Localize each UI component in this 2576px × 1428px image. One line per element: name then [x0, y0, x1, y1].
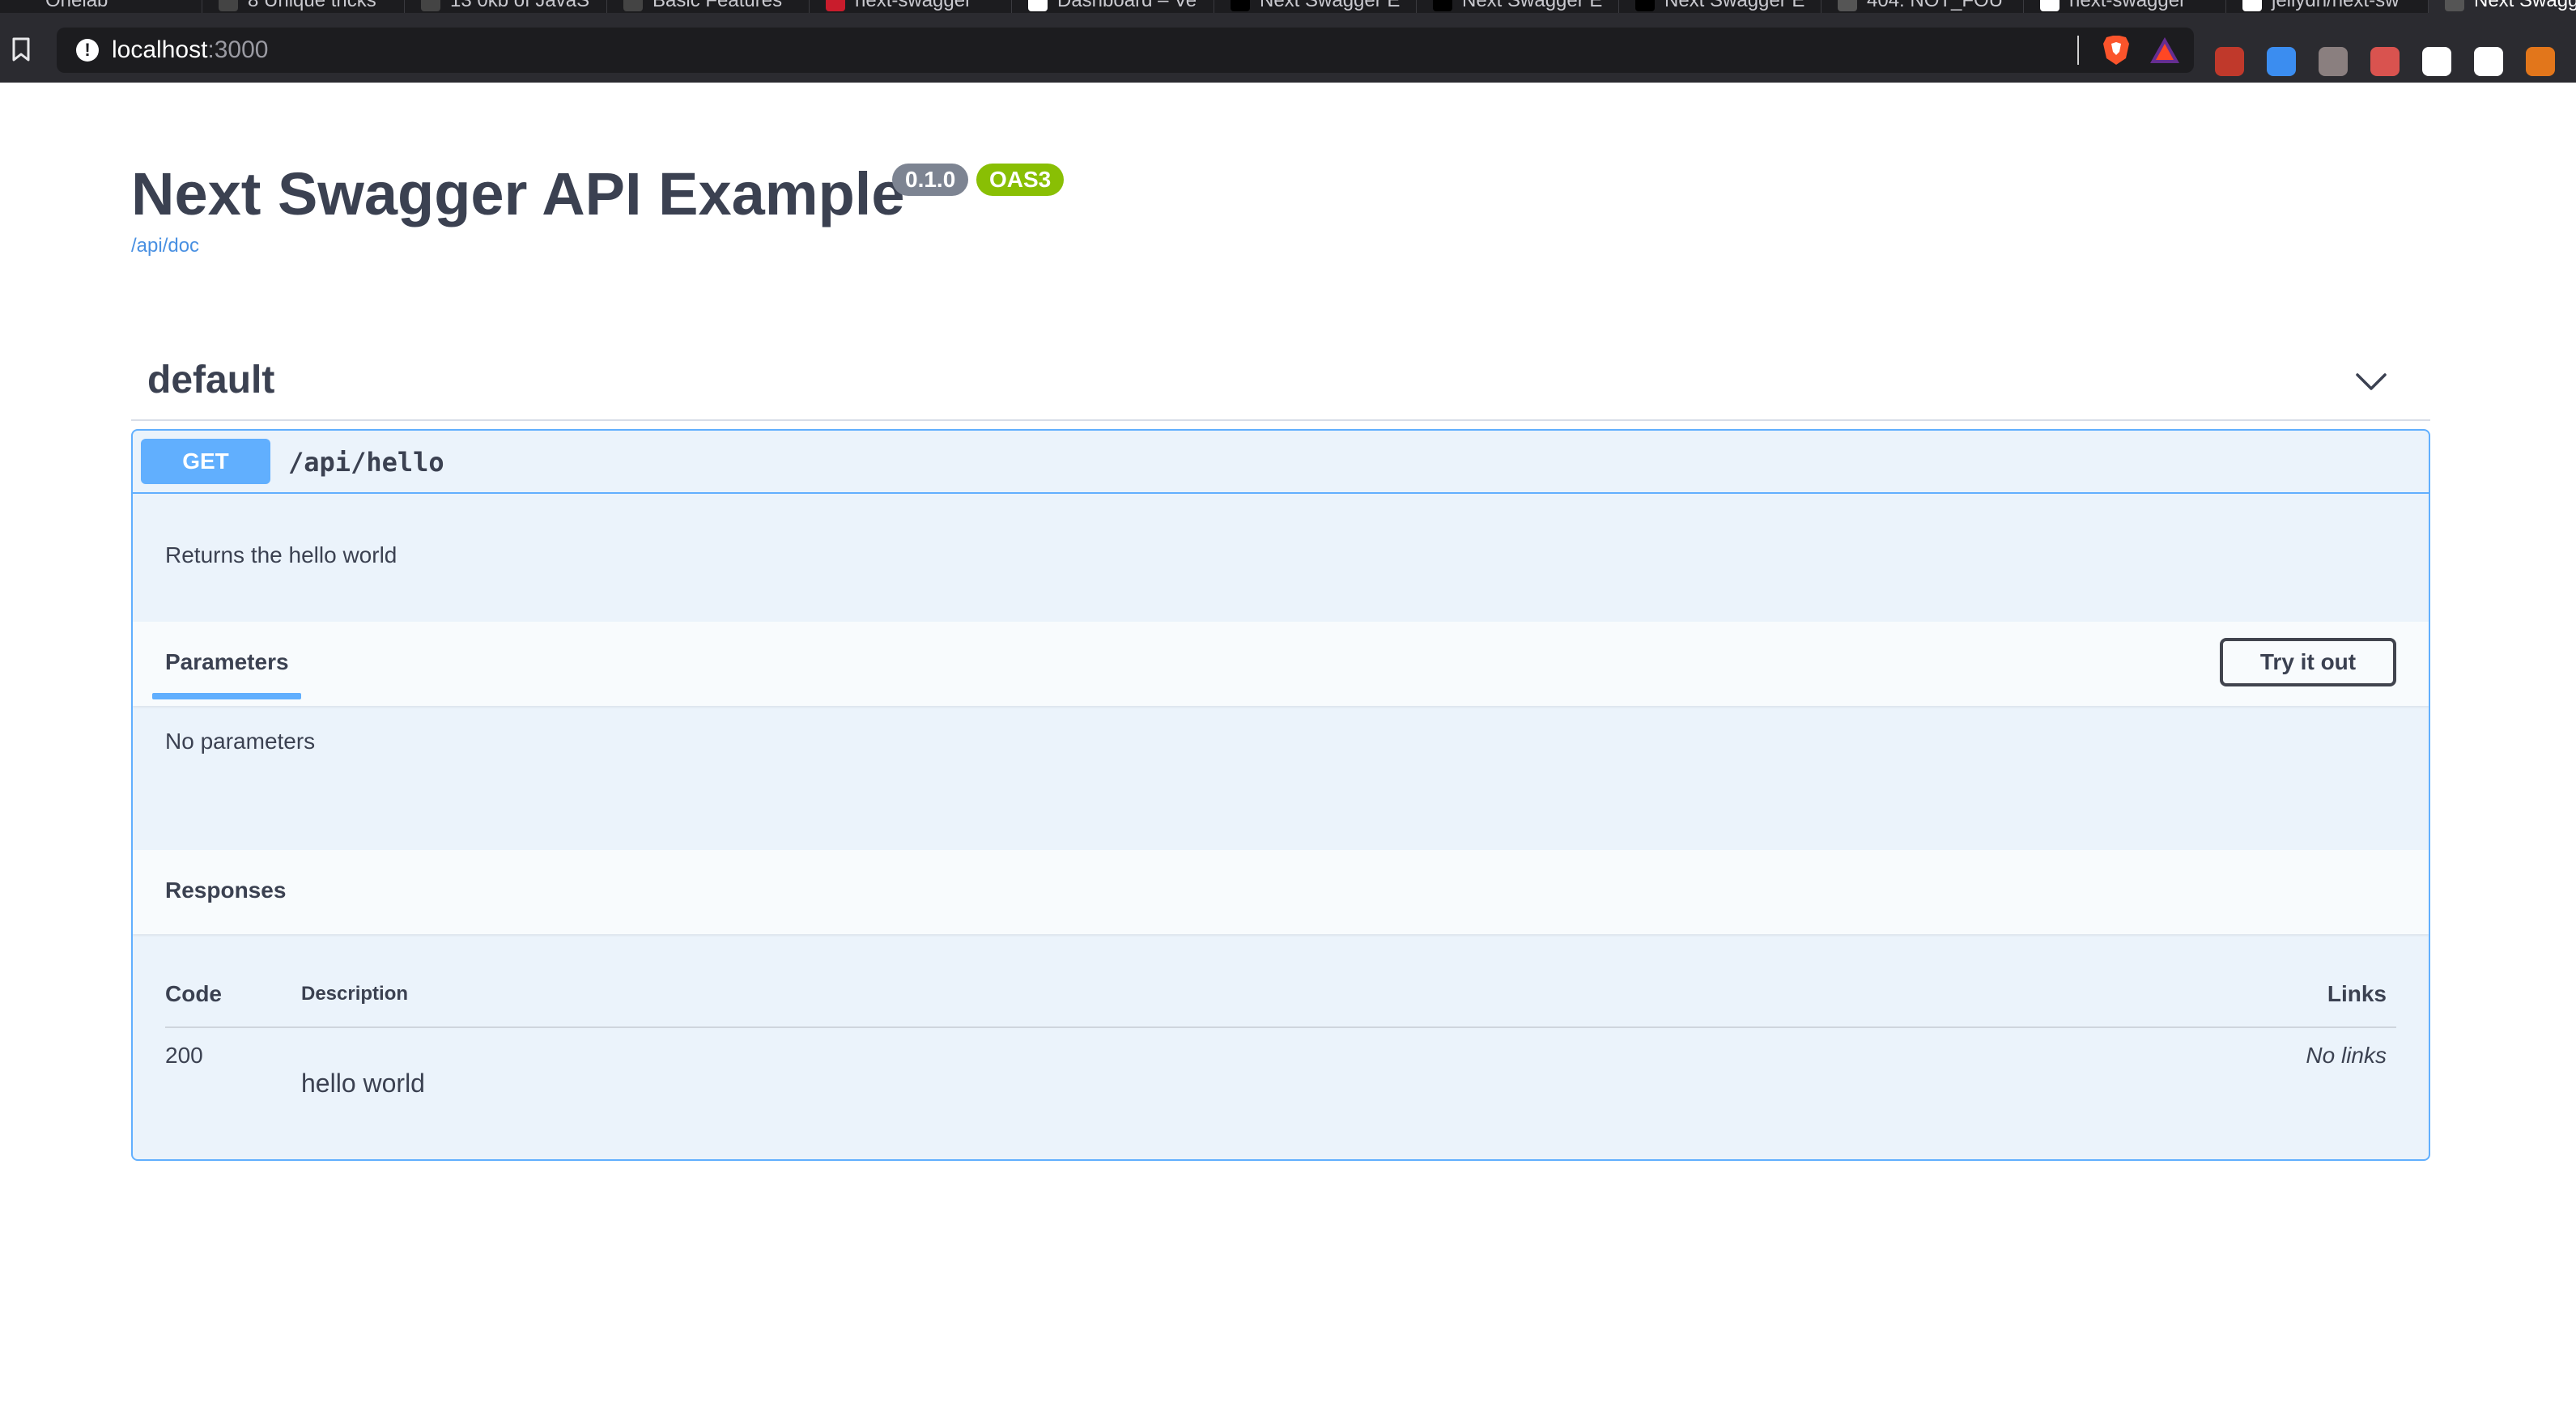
operation-path: /api/hello — [288, 447, 444, 478]
chevron-down-icon[interactable] — [2353, 363, 2390, 400]
tag-section-default[interactable]: default — [131, 343, 2430, 421]
tab-favicon-icon — [1838, 0, 1857, 11]
http-method-badge: GET — [141, 439, 270, 484]
responses-table-header: Code Description Links — [165, 965, 2396, 1028]
extension-qr-icon[interactable] — [2474, 47, 2503, 76]
operation-description: Returns the hello world — [165, 542, 397, 567]
tab-favicon-icon — [421, 0, 440, 11]
tag-title: default — [147, 359, 275, 402]
address-bar-divider — [2077, 36, 2079, 65]
tab-favicon-icon — [1635, 0, 1655, 11]
extension-diamond-icon[interactable] — [2267, 47, 2296, 76]
browser-tab[interactable]: 8 Unique tricks — [202, 0, 405, 13]
extension-stone-icon[interactable] — [2319, 47, 2348, 76]
extension-octo-icon[interactable] — [2370, 47, 2400, 76]
column-header-code: Code — [165, 981, 222, 1006]
page-title: Next Swagger API Example — [131, 160, 905, 227]
browser-tab[interactable]: Basic Features — [607, 0, 810, 13]
url-port: :3000 — [207, 36, 269, 63]
tab-parameters[interactable]: Parameters — [165, 649, 289, 675]
browser-tab[interactable]: Next Swagger E — [1417, 0, 1619, 13]
url-host: localhost — [112, 36, 208, 63]
address-bar[interactable]: ! localhost:3000 — [57, 28, 2194, 73]
parameters-tab-indicator — [152, 693, 301, 699]
no-parameters-text: No parameters — [165, 729, 316, 754]
extension-mask-icon[interactable] — [2422, 47, 2451, 76]
browser-tab[interactable]: next-swagger — [2024, 0, 2226, 13]
try-it-out-button[interactable]: Try it out — [2220, 638, 2396, 686]
column-header-links: Links — [2327, 981, 2387, 1006]
tab-favicon-icon — [826, 0, 845, 11]
tab-favicon-icon — [1433, 0, 1452, 11]
response-code: 200 — [165, 1043, 203, 1068]
tab-favicon-icon — [1231, 0, 1250, 11]
version-badge: 0.1.0 — [892, 164, 969, 196]
tab-favicon-icon — [2242, 0, 2262, 11]
browser-tab[interactable]: next-swagger — [810, 0, 1012, 13]
browser-tab[interactable]: jellydn/next-sw — [2226, 0, 2429, 13]
spec-url-link[interactable]: /api/doc — [131, 235, 199, 257]
tab-favicon-icon — [1028, 0, 1048, 11]
responses-section-header: Responses — [133, 850, 2429, 934]
extension-red-dots-icon[interactable] — [2215, 47, 2244, 76]
browser-tab[interactable]: 404: NOT_FOU — [1821, 0, 2024, 13]
browser-tab[interactable]: Next Swagg — [2429, 0, 2576, 13]
browser-tab[interactable]: Next Swagger E — [1619, 0, 1821, 13]
response-description: hello world — [301, 1069, 425, 1098]
browser-tab[interactable]: Next Swagger E — [1214, 0, 1417, 13]
browser-tab[interactable]: 13 0kb of JavaS — [405, 0, 607, 13]
brave-rewards-icon[interactable] — [2149, 36, 2181, 65]
api-info: Next Swagger API Example 0.1.0 OAS3 — [131, 154, 1065, 235]
responses-table: Code Description Links 200 hello world N… — [165, 965, 2396, 1125]
parameters-section-header: Parameters Try it out — [133, 622, 2429, 706]
browser-tab[interactable]: Dashboard – Ve — [1012, 0, 1214, 13]
tab-favicon-icon — [16, 0, 36, 11]
browser-tab[interactable]: Onelab — [0, 0, 202, 13]
responses-title: Responses — [165, 878, 287, 903]
tab-favicon-icon — [219, 0, 238, 11]
operation-summary[interactable]: GET /api/hello — [133, 431, 2429, 494]
oas-badge: OAS3 — [976, 164, 1065, 196]
browser-toolbar: ! localhost:3000 — [0, 13, 2576, 83]
brave-shields-icon[interactable] — [2102, 34, 2131, 66]
tab-favicon-icon — [2040, 0, 2060, 11]
response-links: No links — [2306, 1043, 2387, 1068]
extension-fox-icon[interactable] — [2526, 47, 2555, 76]
table-row: 200 hello world No links — [165, 1028, 2396, 1125]
column-header-description: Description — [301, 983, 409, 1005]
tab-favicon-icon — [2445, 0, 2464, 11]
bookmark-icon[interactable] — [11, 37, 31, 62]
site-info-icon[interactable]: ! — [76, 39, 99, 62]
tab-favicon-icon — [623, 0, 643, 11]
browser-tab-strip: Onelab 8 Unique tricks 13 0kb of JavaS Basi… — [0, 0, 2576, 13]
url-text[interactable]: localhost:3000 — [112, 37, 268, 63]
operation-block: GET /api/hello Returns the hello world P… — [131, 429, 2430, 1161]
